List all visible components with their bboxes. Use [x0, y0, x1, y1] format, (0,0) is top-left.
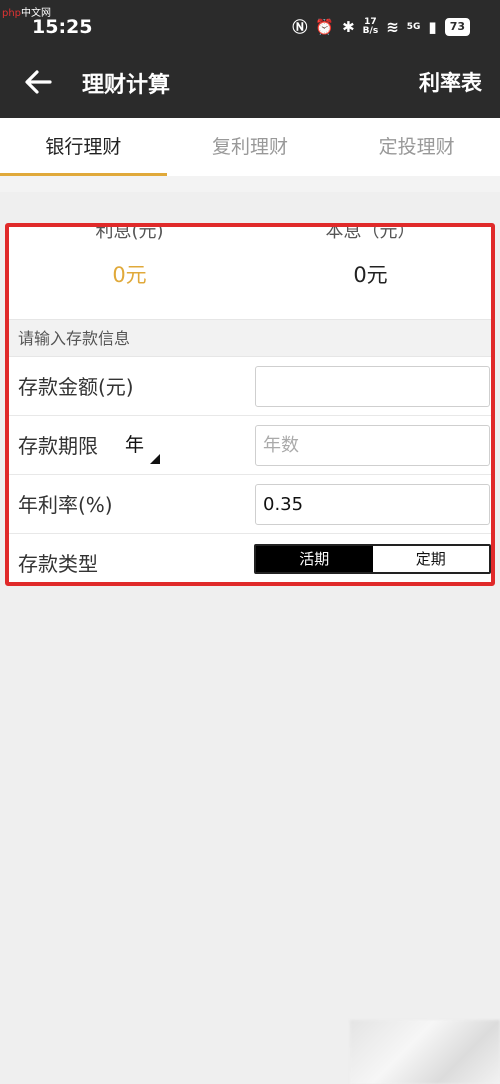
watermark-brand: php [2, 8, 22, 19]
term-label: 存款期限 [18, 434, 98, 458]
principal-label: 本息（元） [325, 223, 416, 242]
interest-result: 利息(元) 0元 [9, 227, 250, 319]
tab-bank-finance[interactable]: 银行理财 [0, 118, 167, 176]
alarm-icon: ⏰ [315, 17, 335, 36]
type-label: 存款类型 [18, 552, 98, 576]
signal-icon: ▮ [428, 17, 437, 36]
bluetooth-icon: ✱ [342, 17, 355, 36]
network-type: 5G [406, 21, 421, 32]
term-row: 存款期限 年 [9, 416, 491, 475]
rate-row: 年利率(%) [9, 475, 491, 534]
battery-icon: 73 [444, 17, 470, 36]
tab-fixed-investment[interactable]: 定投理财 [333, 118, 500, 176]
rate-table-button[interactable]: 利率表 [419, 67, 482, 97]
section-title: 请输入存款信息 [9, 319, 491, 357]
wifi-icon: ≋ [386, 17, 399, 36]
interest-label: 利息(元) [95, 223, 164, 242]
interest-value: 0元 [112, 263, 147, 287]
net-speed-unit: B/s [362, 25, 379, 36]
nfc-icon: Ⓝ [292, 18, 308, 36]
tab-bar: 银行理财 复利理财 定投理财 [0, 118, 500, 176]
net-speed: 17 B/s [362, 17, 379, 36]
amount-label: 存款金额(元) [18, 375, 134, 399]
status-time: 15:25 [32, 16, 93, 38]
rate-input[interactable] [255, 484, 490, 525]
term-input[interactable] [255, 425, 490, 466]
blurred-region [350, 1020, 500, 1084]
status-icons: Ⓝ ⏰ ✱ 17 B/s ≋ 5G ▮ 73 [292, 16, 470, 37]
page-title: 理财计算 [82, 73, 171, 98]
term-unit-select[interactable]: 年 [125, 430, 144, 457]
calculator-card: 利息(元) 0元 本息（元） 0元 请输入存款信息 存款金额(元) 存款期限 年… [5, 223, 495, 586]
arrow-left-icon[interactable] [22, 66, 54, 98]
deposit-type-toggle: 活期 定期 [254, 544, 491, 574]
amount-input[interactable] [255, 366, 490, 407]
principal-result: 本息（元） 0元 [250, 227, 491, 319]
dropdown-triangle-icon[interactable] [150, 454, 160, 464]
type-row: 存款类型 活期 定期 [9, 534, 491, 582]
type-demand-option[interactable]: 活期 [256, 546, 373, 572]
type-fixed-option[interactable]: 定期 [372, 546, 489, 572]
amount-row: 存款金额(元) [9, 357, 491, 416]
tab-compound-finance[interactable]: 复利理财 [167, 118, 334, 176]
principal-value: 0元 [353, 263, 388, 287]
rate-label: 年利率(%) [18, 493, 113, 517]
results-panel: 利息(元) 0元 本息（元） 0元 [9, 227, 491, 319]
divider-band [0, 176, 500, 192]
app-header: php中文网 15:25 Ⓝ ⏰ ✱ 17 B/s ≋ 5G ▮ 73 理财计算… [0, 0, 500, 118]
